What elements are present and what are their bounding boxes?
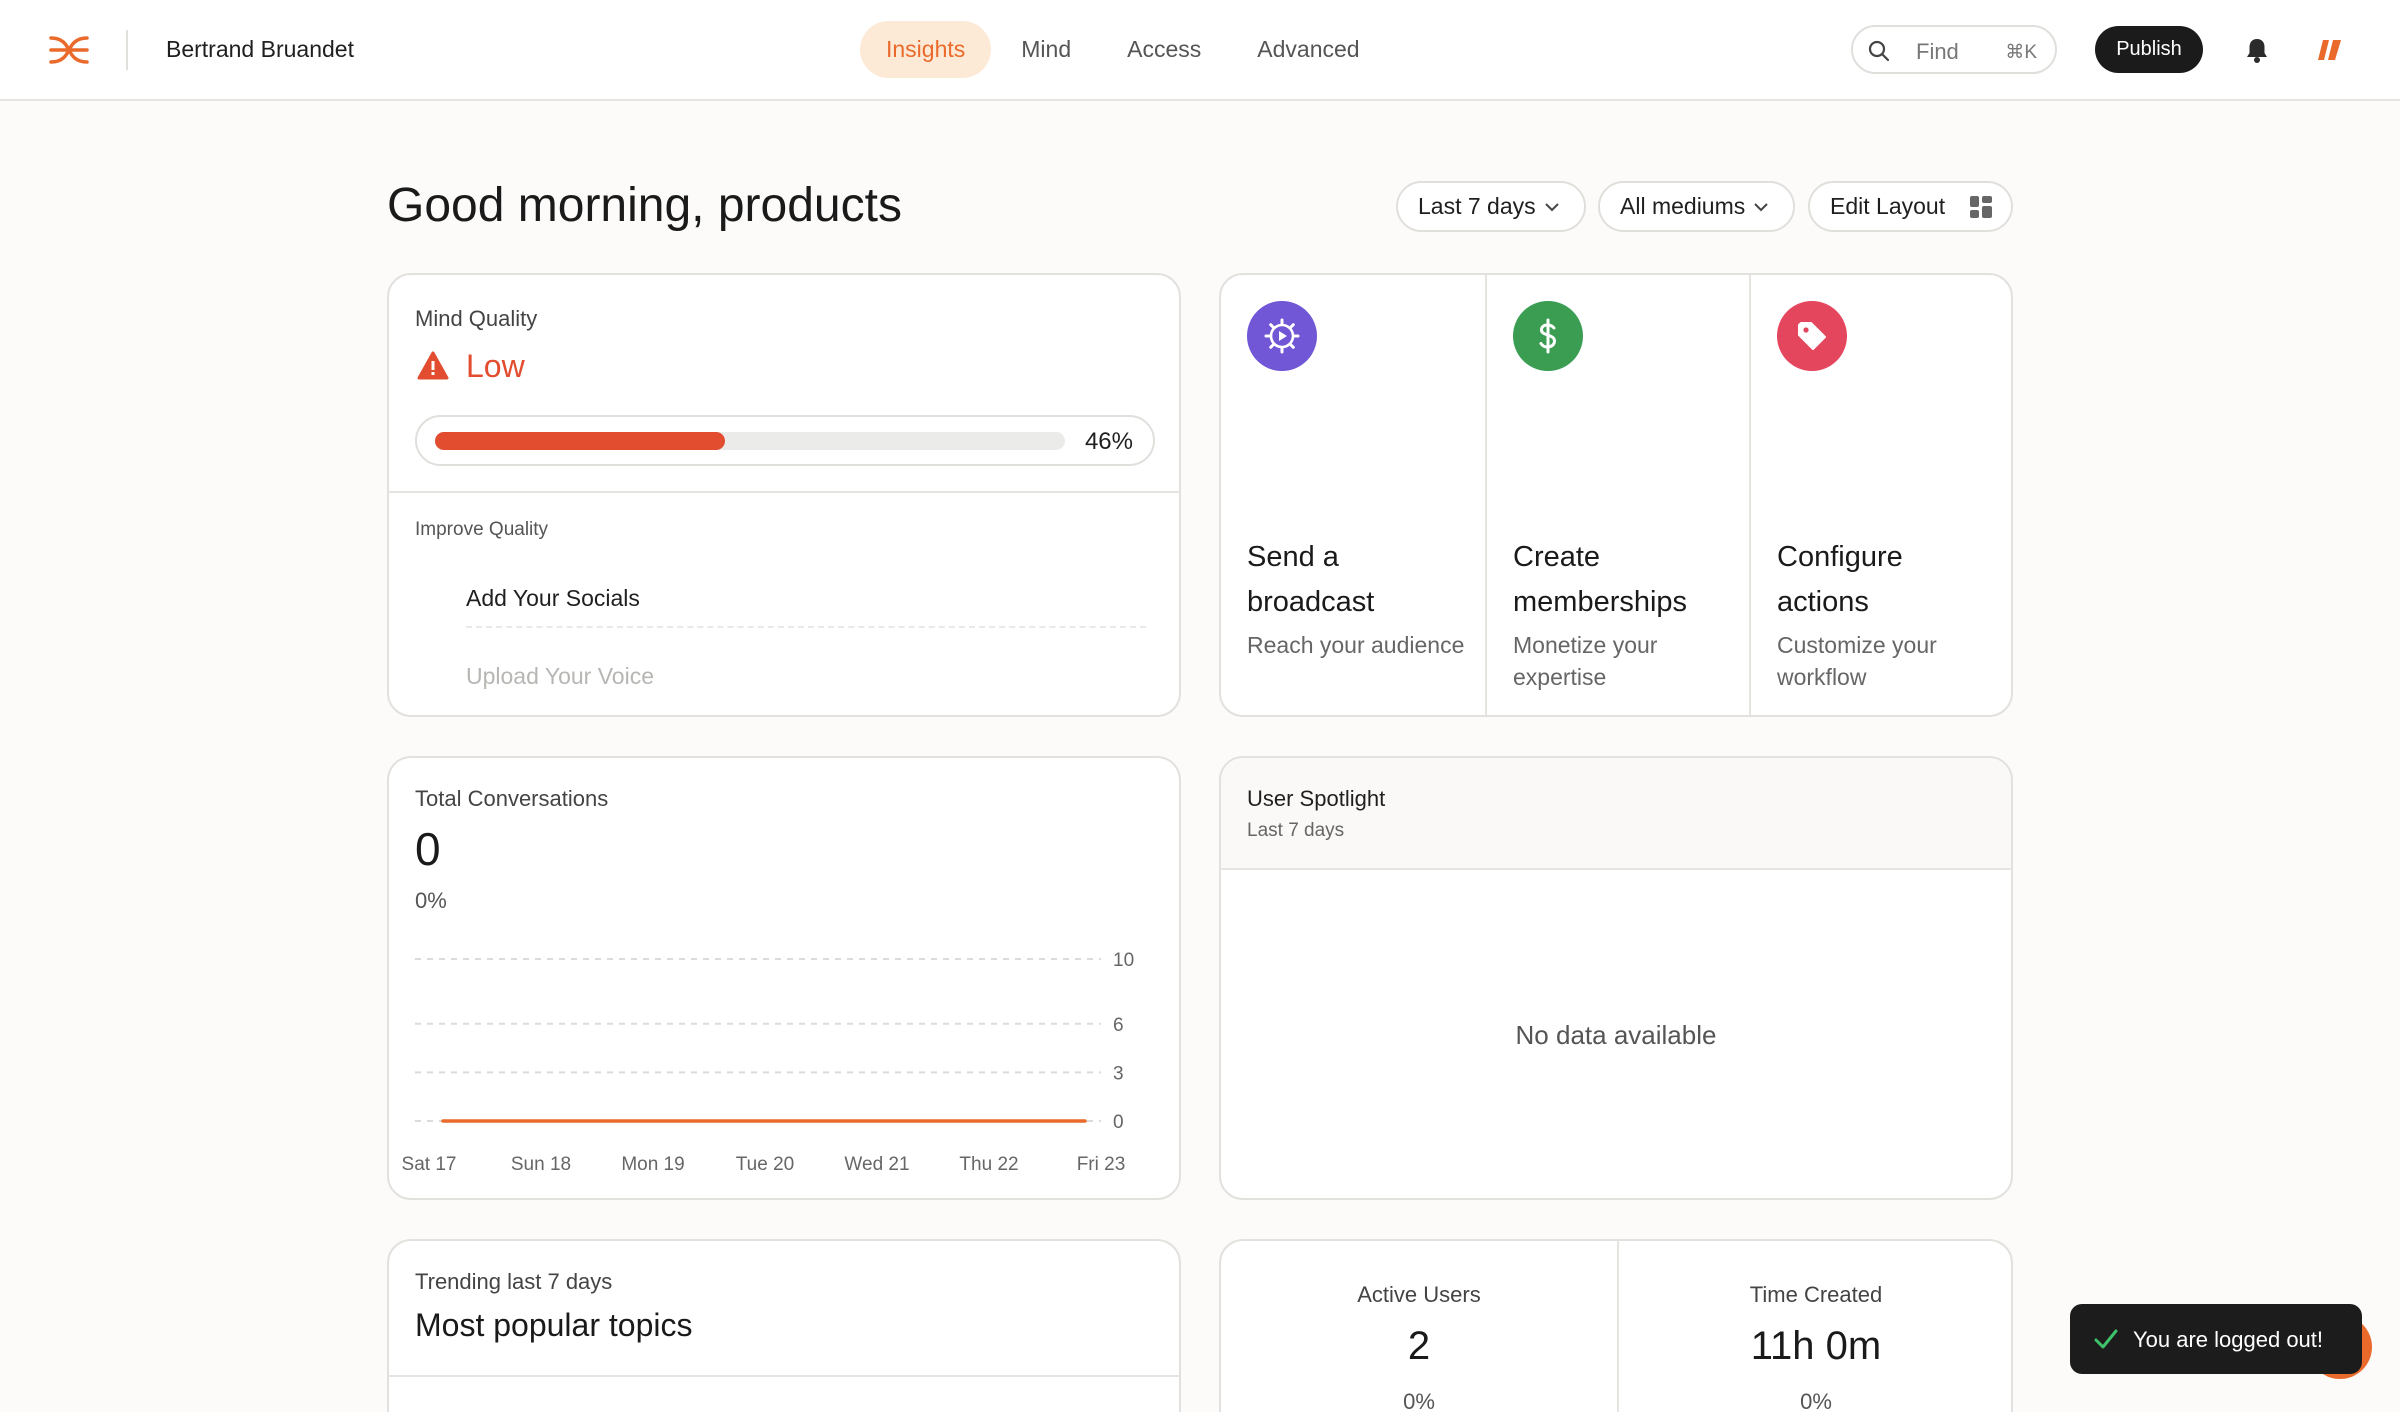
progress-fill bbox=[435, 432, 725, 450]
publish-button[interactable]: Publish bbox=[2095, 26, 2203, 73]
action-title: Create memberships bbox=[1513, 541, 1688, 618]
progress-percent: 46% bbox=[1084, 428, 1133, 455]
divider bbox=[389, 491, 1179, 493]
medium-label: All mediums bbox=[1620, 193, 1746, 219]
x-tick-label: Wed 21 bbox=[844, 1154, 909, 1175]
trending-card: Trending last 7 days Most popular topics bbox=[387, 1239, 1181, 1412]
divider bbox=[389, 1375, 1179, 1377]
tab-mind[interactable]: Mind bbox=[995, 21, 1097, 78]
total-conversations-card: Total Conversations 0 0% 0 3 6 10 Sat 17 Sun … bbox=[387, 756, 1181, 1200]
create-memberships-action[interactable]: Create memberships Monetize your experti… bbox=[1485, 275, 1749, 715]
logo-divider bbox=[126, 30, 128, 70]
action-subtitle: Monetize your expertise bbox=[1513, 632, 1658, 690]
toast-message: You are logged out! bbox=[2133, 1327, 2324, 1352]
mind-quality-label: Mind Quality bbox=[415, 306, 538, 331]
top-bar: Bertrand Bruandet Insights Mind Access A… bbox=[0, 0, 2400, 101]
action-title: Send a broadcast bbox=[1247, 541, 1375, 618]
task-separator bbox=[466, 626, 1146, 628]
y-tick-label: 3 bbox=[1113, 1063, 1124, 1084]
stat-label: Active Users bbox=[1357, 1282, 1481, 1307]
action-subtitle: Reach your audience bbox=[1247, 632, 1465, 658]
task-add-socials[interactable]: Add Your Socials bbox=[466, 585, 640, 612]
find-button[interactable]: Find ⌘K bbox=[1851, 25, 2057, 74]
x-tick-label: Thu 22 bbox=[959, 1154, 1018, 1175]
brand-logo-icon[interactable] bbox=[48, 32, 90, 68]
y-tick-label: 10 bbox=[1113, 950, 1134, 971]
find-label: Find bbox=[1916, 39, 1959, 64]
chevron-down-icon bbox=[1754, 202, 1768, 211]
improve-quality-label: Improve Quality bbox=[415, 519, 549, 540]
quality-level: Low bbox=[466, 348, 525, 384]
spotlight-title: User Spotlight bbox=[1247, 786, 1386, 811]
page-title: Good morning, products bbox=[387, 179, 902, 232]
trending-title: Most popular topics bbox=[415, 1307, 693, 1343]
stats-card: Active Users 2 0% Time Created 11h 0m 0% bbox=[1219, 1239, 2013, 1412]
stat-value: 2 bbox=[1407, 1324, 1431, 1368]
y-tick-label: 6 bbox=[1113, 1015, 1124, 1036]
date-range-label: Last 7 days bbox=[1418, 193, 1536, 219]
time-created-stat: Time Created 11h 0m 0% bbox=[1617, 1241, 2011, 1412]
broadcast-gear-icon bbox=[1247, 301, 1317, 371]
brand-mark-icon[interactable] bbox=[2317, 38, 2343, 62]
dollar-icon bbox=[1513, 301, 1583, 371]
medium-dropdown[interactable]: All mediums bbox=[1598, 181, 1795, 232]
date-range-dropdown[interactable]: Last 7 days bbox=[1396, 181, 1586, 232]
stat-change: 0% bbox=[1800, 1389, 1832, 1412]
owner-name[interactable]: Bertrand Bruandet bbox=[166, 36, 354, 63]
layout-grid-icon bbox=[1970, 196, 1992, 218]
x-tick-label: Mon 19 bbox=[621, 1154, 684, 1175]
tab-advanced[interactable]: Advanced bbox=[1231, 21, 1385, 78]
user-spotlight-card: User Spotlight Last 7 days No data avail… bbox=[1219, 756, 2013, 1200]
action-title: Configure actions bbox=[1777, 541, 1903, 618]
conversations-chart: 0 3 6 10 Sat 17 Sun 18 Mon 19 Tue 20 Wed 21 Thu 2… bbox=[402, 950, 1135, 1175]
stat-label: Time Created bbox=[1749, 1282, 1883, 1307]
spotlight-subtitle: Last 7 days bbox=[1247, 820, 1345, 841]
active-users-stat: Active Users 2 0% bbox=[1221, 1241, 1617, 1412]
x-tick-label: Tue 20 bbox=[736, 1154, 794, 1175]
send-broadcast-action[interactable]: Send a broadcast Reach your audience bbox=[1221, 275, 1485, 715]
y-tick-label: 0 bbox=[1113, 1112, 1124, 1133]
stat-change: 0% bbox=[1403, 1389, 1435, 1412]
chevron-down-icon bbox=[1544, 202, 1559, 211]
trending-label: Trending last 7 days bbox=[415, 1269, 613, 1294]
main-nav: Insights Mind Access Advanced bbox=[860, 21, 1390, 78]
tab-insights[interactable]: Insights bbox=[860, 21, 992, 78]
search-icon bbox=[1868, 40, 1890, 62]
task-upload-voice[interactable]: Upload Your Voice bbox=[466, 663, 654, 690]
check-icon bbox=[2094, 1329, 2118, 1349]
mind-quality-card: Mind Quality Low 46% Improve Quality Add… bbox=[387, 273, 1181, 717]
stat-value: 11h 0m bbox=[1750, 1324, 1882, 1368]
empty-state: No data available bbox=[1515, 1020, 1717, 1050]
x-tick-label: Sat 17 bbox=[402, 1154, 457, 1175]
quick-actions-card: Send a broadcast Reach your audience Cre… bbox=[1219, 273, 2013, 717]
x-tick-label: Fri 23 bbox=[1077, 1154, 1126, 1175]
edit-layout-label: Edit Layout bbox=[1830, 193, 1946, 219]
edit-layout-button[interactable]: Edit Layout bbox=[1808, 181, 2013, 232]
find-shortcut: ⌘K bbox=[2005, 42, 2037, 63]
spotlight-header: User Spotlight Last 7 days bbox=[1221, 758, 2011, 870]
logout-toast[interactable]: You are logged out! bbox=[2070, 1304, 2362, 1374]
tag-icon bbox=[1777, 301, 1847, 371]
bell-icon[interactable] bbox=[2243, 36, 2271, 64]
x-tick-label: Sun 18 bbox=[511, 1154, 571, 1175]
action-subtitle: Customize your workflow bbox=[1777, 632, 1937, 690]
tab-access[interactable]: Access bbox=[1101, 21, 1227, 78]
configure-actions-action[interactable]: Configure actions Customize your workflo… bbox=[1749, 275, 2011, 715]
warning-icon bbox=[417, 351, 449, 380]
progress-track bbox=[435, 432, 1065, 450]
quality-progress: 46% bbox=[415, 415, 1155, 466]
